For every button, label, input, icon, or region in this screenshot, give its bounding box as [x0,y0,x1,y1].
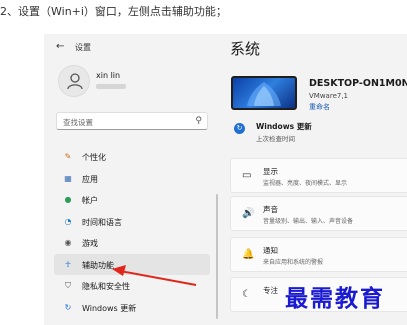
sidebar-scrollbar[interactable] [216,194,218,319]
settings-card-notifications[interactable]: 🔔 通知 来自应用和系统的警报 [230,237,407,272]
shield-icon: ⛉ [65,281,71,290]
card-subtitle: 来自应用和系统的警报 [263,259,324,266]
back-arrow-icon[interactable]: ← [56,41,64,52]
sidebar-item-windows-update[interactable]: ↻ Windows 更新 [54,297,210,319]
sidebar-item-label: 帐户 [82,196,98,205]
rename-link[interactable]: 重命名 [309,102,330,112]
card-title: 显示 [263,167,278,176]
display-icon: ▭ [242,170,252,181]
notification-icon: 🔔 [242,249,255,260]
account-icon: ● [64,195,72,204]
sidebar-item-time-language[interactable]: ◔ 时间和语言 [54,211,210,233]
apps-icon: ▦ [64,173,72,183]
device-model: VMware7,1 [309,92,349,100]
instruction-text: 2、设置（Win+i）窗口，左侧点击辅助功能； [0,5,227,18]
gaming-icon: ◉ [64,238,72,247]
avatar[interactable] [58,65,90,97]
device-name: DESKTOP-ON1M0NP [309,78,407,89]
page-title: 系统 [230,40,261,58]
sidebar-item-label: 游戏 [82,239,98,248]
focus-icon: ☾ [242,289,251,300]
sidebar-item-privacy-security[interactable]: ⛉ 隐私和安全性 [54,275,210,297]
brush-icon: ✎ [64,152,72,161]
windows-update-icon: ↻ [64,302,72,312]
sidebar-item-gaming[interactable]: ◉ 游戏 [54,232,210,254]
search-input[interactable]: 查找设置 ⚲ [56,112,208,130]
card-subtitle: 音量级别、输出、输入、声音设备 [263,218,354,225]
user-icon [67,73,83,90]
sidebar-item-label: 个性化 [82,153,106,162]
card-title: 专注 [263,286,278,295]
sidebar-item-apps[interactable]: ▦ 应用 [54,168,210,190]
windows-update-status: 上次检查时间 [256,135,295,143]
sidebar-nav: ✎ 个性化 ▦ 应用 ● 帐户 ◔ 时间和语言 ◉ 游戏 ☥ 辅助功能 ⛉ 隐私… [54,146,210,318]
windows-bloom-icon [247,82,281,106]
search-icon[interactable]: ⚲ [195,116,202,126]
settings-card-sound[interactable]: 🔊 声音 音量级别、输出、输入、声音设备 [230,196,407,231]
card-title: 声音 [263,205,278,214]
sidebar-item-personalization[interactable]: ✎ 个性化 [54,146,210,168]
search-placeholder: 查找设置 [63,118,93,127]
sound-icon: 🔊 [242,208,255,219]
card-subtitle: 监视器、亮度、夜间模式、显示 [263,180,348,187]
card-title: 通知 [263,246,278,255]
user-name: xin lin [96,71,121,80]
device-wallpaper-thumbnail [231,76,297,110]
sidebar-item-label: 辅助功能 [82,260,114,270]
window-title: 设置 [75,43,91,52]
settings-card-display[interactable]: ▭ 显示 监视器、亮度、夜间模式、显示 [230,158,407,193]
sidebar-item-label: Windows 更新 [82,303,137,313]
accessibility-icon: ☥ [65,259,71,269]
sync-icon: ↻ [234,123,245,134]
sidebar-item-label: 应用 [82,174,98,184]
sidebar-item-label: 时间和语言 [82,217,122,227]
windows-update-title[interactable]: Windows 更新 [256,121,312,132]
sidebar-item-accessibility[interactable]: ☥ 辅助功能 [54,253,210,275]
sidebar-item-label: 隐私和安全性 [82,282,130,291]
sidebar-item-accounts[interactable]: ● 帐户 [54,189,210,211]
time-language-icon: ◔ [64,216,72,226]
sidebar: ← 设置 xin lin 查找设置 ⚲ ✎ 个性化 ▦ 应用 ● 帐户 ◔ 时间… [44,34,222,325]
user-email-redacted [96,84,126,89]
watermark-text: 最需教育 [285,285,385,312]
